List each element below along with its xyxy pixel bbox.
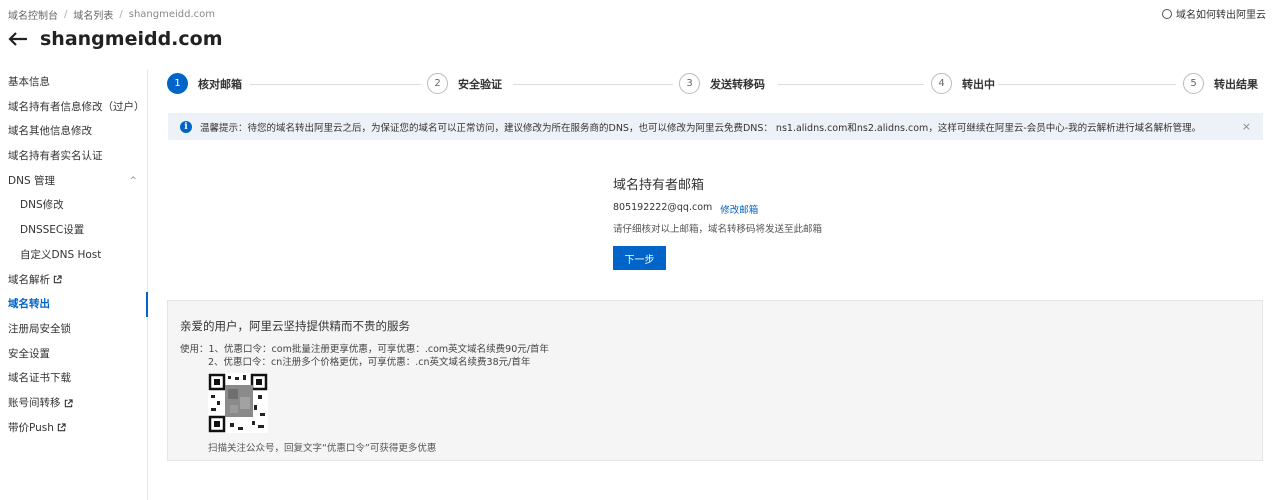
promo-footer: 扫描关注公众号，回复文字“优惠口令”可获得更多优惠 [208,443,437,454]
step-transfer-result: 5 转出结果 [1183,73,1258,94]
sidebar-item-dns-modify[interactable]: DNS修改 [0,193,147,218]
sidebar-item-domain-transfer-out[interactable]: 域名转出 [0,292,148,317]
sidebar-item-security-settings[interactable]: 安全设置 [0,342,147,367]
step-number: 5 [1183,73,1204,94]
sidebar-item-registry-lock[interactable]: 注册局安全锁 [0,317,147,342]
sidebar-item-label: 带价Push [8,421,54,434]
change-email-link[interactable]: 修改邮箱 [720,202,758,216]
help-link[interactable]: 域名如何转出阿里云 [1162,6,1266,21]
info-icon: i [180,120,192,133]
step-transferring: 4 转出中 [931,73,995,94]
title-bar: shangmeidd.com [8,28,223,50]
breadcrumb-domain-list[interactable]: 域名列表 [73,7,113,22]
breadcrumb-separator: / [64,9,68,20]
external-link-icon [57,423,66,432]
step-number: 4 [931,73,952,94]
sidebar-item-priced-push[interactable]: 带价Push [0,416,147,441]
step-label: 转出结果 [1214,77,1258,91]
step-number: 1 [167,73,188,94]
promo-line: 2、优惠口令：cn注册多个价格更优，可享优惠：.cn英文域名续费38元/首年 [208,357,531,368]
next-step-button[interactable]: 下一步 [613,246,666,270]
breadcrumb: 域名控制台 / 域名列表 / shangmeidd.com [8,7,215,22]
sidebar-item-label: 域名转出 [8,298,50,311]
help-circle-icon [1162,8,1172,19]
breadcrumb-separator: / [119,9,123,20]
sidebar-item-label: 基本信息 [8,76,50,88]
sidebar-item-label: DNS 管理 [8,174,55,187]
sidebar-item-dnssec[interactable]: DNSSEC设置 [0,218,147,243]
step-connector [513,84,673,85]
step-label: 核对邮箱 [198,77,242,91]
sidebar-item-domain-resolution[interactable]: 域名解析 [0,268,147,293]
step-label: 转出中 [962,77,995,91]
email-heading: 域名持有者邮箱 [613,178,705,193]
sidebar-item-label: 域名持有者信息修改（过户） [8,100,145,113]
breadcrumb-current: shangmeidd.com [128,9,216,20]
sidebar-item-label: 域名证书下载 [8,372,71,385]
sidebar-item-label: 域名持有者实名认证 [8,150,103,163]
sidebar-item-label: 自定义DNS Host [20,248,102,261]
dns-notice: i 温馨提示：待您的域名转出阿里云之后，为保证您的域名可以正常访问，建议修改为所… [168,113,1263,140]
notice-text: 温馨提示：待您的域名转出阿里云之后，为保证您的域名可以正常访问，建议修改为所在服… [200,122,1202,134]
sidebar: 基本信息 域名持有者信息修改（过户） 域名其他信息修改 域名持有者实名认证 DN… [0,70,148,500]
step-send-transfer-code: 3 发送转移码 [679,73,765,94]
sidebar-item-label: DNS修改 [20,199,64,212]
sidebar-item-label: 注册局安全锁 [8,322,71,335]
step-connector [778,84,924,85]
sidebar-item-certificate-download[interactable]: 域名证书下载 [0,366,147,391]
page-title: shangmeidd.com [40,28,223,50]
promo-line: 使用：1、优惠口令：com批量注册更享优惠，可享优惠：.com英文域名续费90元… [180,344,549,355]
step-label: 发送转移码 [710,77,765,91]
sidebar-item-account-transfer[interactable]: 账号间转移 [0,391,147,416]
sidebar-item-custom-dns-host[interactable]: 自定义DNS Host [0,243,147,268]
qr-code-image [208,373,268,433]
sidebar-item-real-name[interactable]: 域名持有者实名认证 [0,144,147,169]
back-arrow-icon[interactable] [8,28,30,50]
step-verify-email: 1 核对邮箱 [167,73,242,94]
step-security-verify: 2 安全验证 [427,73,502,94]
sidebar-item-label: DNSSEC设置 [20,224,85,237]
transfer-steps: 1 核对邮箱 2 安全验证 3 发送转移码 4 转出中 5 转出结果 [167,73,1262,97]
step-connector [250,84,421,85]
chevron-up-icon: ^ [129,175,137,186]
step-connector [998,84,1176,85]
external-link-icon [53,275,62,284]
email-row: 805192222@qq.com 修改邮箱 [613,202,822,216]
sidebar-item-basic-info[interactable]: 基本信息 [0,70,147,95]
sidebar-item-label: 域名其他信息修改 [8,125,92,138]
external-link-icon [64,399,73,407]
close-icon[interactable]: × [1242,120,1251,133]
step-number: 2 [427,73,448,94]
email-address: 805192222@qq.com [613,202,713,213]
sidebar-item-label: 账号间转移 [8,396,61,409]
sidebar-item-label: 安全设置 [8,347,50,360]
email-hint: 请仔细核对以上邮箱，域名转移码将发送至此邮箱 [613,224,823,235]
help-link-label: 域名如何转出阿里云 [1176,10,1266,21]
promo-panel: 亲爱的用户，阿里云坚持提供精而不贵的服务 使用：1、优惠口令：com批量注册更享… [167,300,1263,461]
sidebar-item-label: 域名解析 [8,273,50,286]
step-label: 安全验证 [458,77,502,91]
step-number: 3 [679,73,700,94]
breadcrumb-domain-console[interactable]: 域名控制台 [8,7,58,22]
owner-email-section: 域名持有者邮箱 805192222@qq.com 修改邮箱 请仔细核对以上邮箱，… [613,174,822,235]
sidebar-item-owner-change[interactable]: 域名持有者信息修改（过户） [0,95,147,120]
promo-title: 亲爱的用户，阿里云坚持提供精而不贵的服务 [180,319,410,333]
sidebar-item-dns-management[interactable]: DNS 管理 ^ [0,169,147,194]
sidebar-item-other-info[interactable]: 域名其他信息修改 [0,119,147,144]
